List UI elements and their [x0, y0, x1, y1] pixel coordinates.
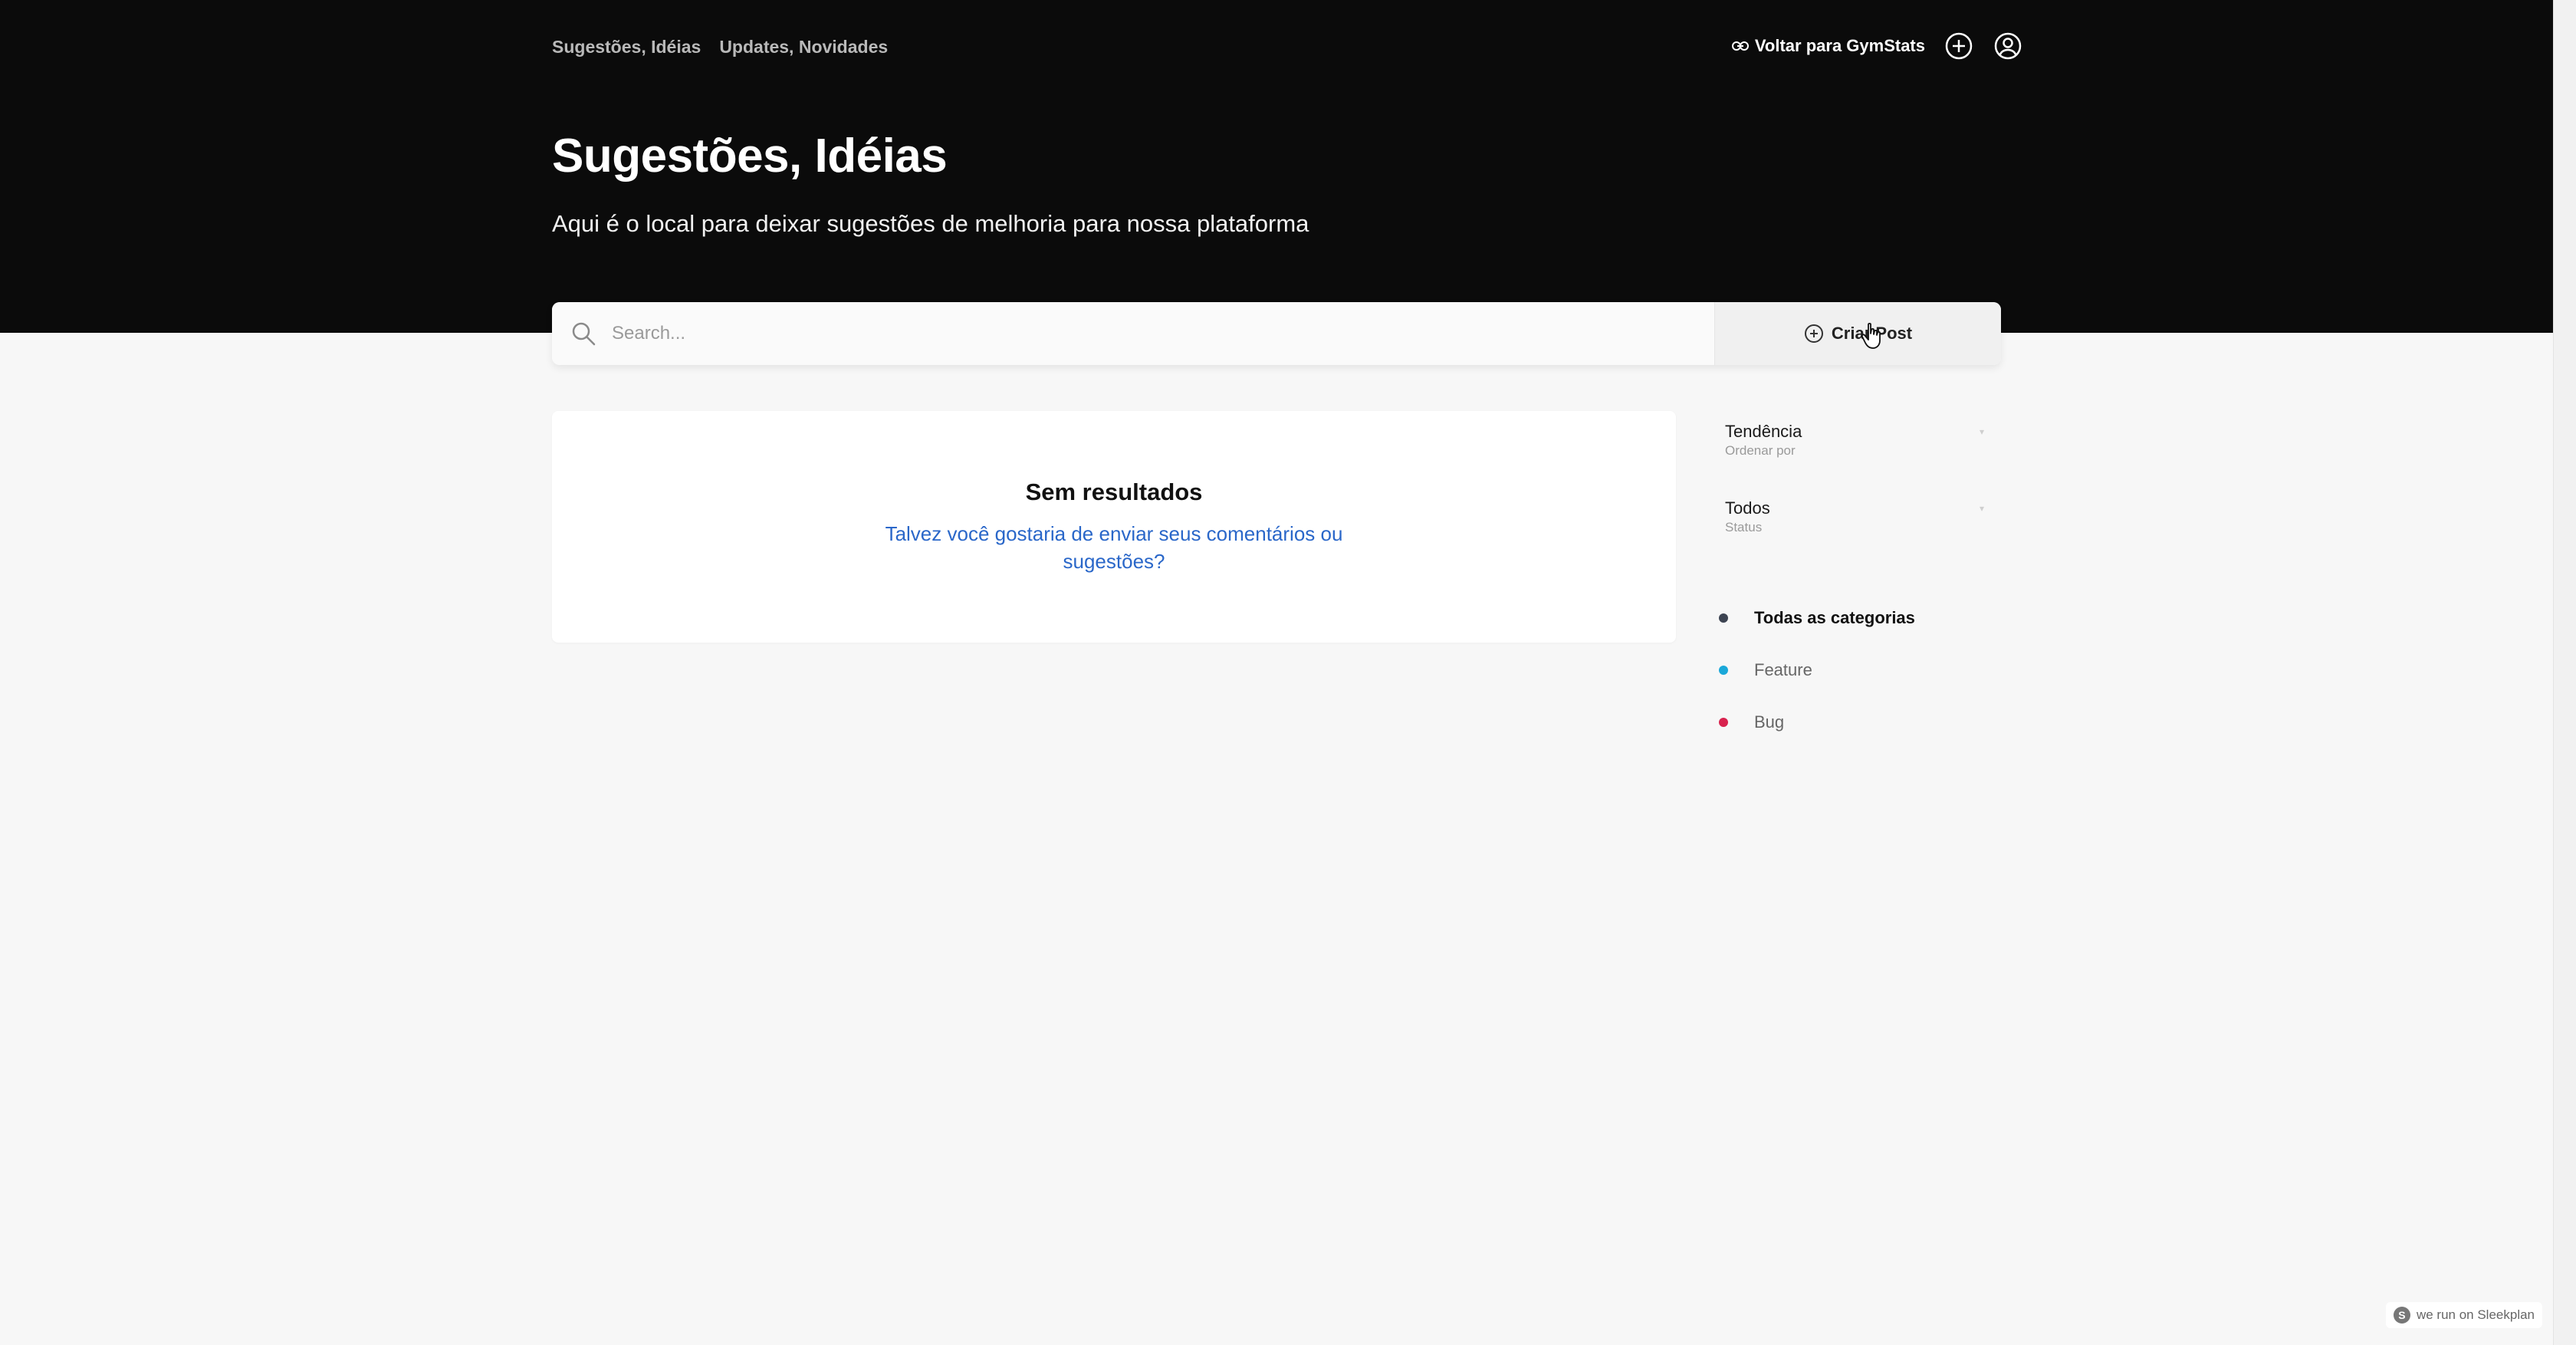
- nav-item-updates[interactable]: Updates, Novidades: [719, 37, 888, 58]
- search-bar: Criar Post: [552, 302, 2001, 365]
- page-subtitle: Aqui é o local para deixar sugestões de …: [552, 210, 1309, 237]
- search-input[interactable]: [612, 323, 1608, 344]
- category-list: Todas as categorias Feature Bug: [1714, 592, 2001, 748]
- category-label: Todas as categorias: [1754, 608, 1915, 627]
- no-results-title: Sem resultados: [1025, 478, 1203, 505]
- chevron-down-icon: ▾: [1979, 426, 1984, 437]
- chevron-down-icon: ▾: [1979, 503, 1984, 514]
- scrollbar[interactable]: [2553, 0, 2576, 1345]
- plus-circle-icon: [1945, 32, 1973, 60]
- category-dot: [1719, 666, 1728, 675]
- results-card: Sem resultados Talvez você gostaria de e…: [552, 411, 1676, 643]
- category-label: Feature: [1754, 660, 1812, 679]
- feedback-link[interactable]: Talvez você gostaria de enviar seus come…: [876, 520, 1352, 575]
- top-toolbar: Voltar para GymStats: [1731, 28, 2023, 64]
- sort-value: Tendência: [1725, 422, 1802, 441]
- link-icon: [1731, 41, 1749, 51]
- status-label: Status: [1725, 520, 1763, 534]
- create-post-button[interactable]: Criar Post: [1714, 302, 2001, 365]
- page-title: Sugestões, Idéias: [552, 130, 948, 183]
- category-item-all[interactable]: Todas as categorias: [1716, 592, 2001, 644]
- hand-cursor-icon: [1861, 322, 1881, 349]
- back-link[interactable]: Voltar para GymStats: [1731, 36, 1925, 56]
- category-item-feature[interactable]: Feature: [1716, 644, 2001, 696]
- search-icon: [572, 322, 596, 346]
- back-link-label: Voltar para GymStats: [1754, 36, 1925, 55]
- add-button[interactable]: [1944, 31, 1974, 61]
- hero-header: [0, 0, 2553, 333]
- badge-label: we run on Sleekplan: [2416, 1307, 2535, 1322]
- status-dropdown[interactable]: Todos Status ▾: [1714, 483, 2001, 544]
- nav-item-sugestoes[interactable]: Sugestões, Idéias: [552, 37, 701, 58]
- sort-dropdown[interactable]: Tendência Ordenar por ▾: [1714, 406, 2001, 468]
- sleekplan-badge[interactable]: S we run on Sleekplan: [2385, 1302, 2542, 1328]
- status-value: Todos: [1725, 498, 1770, 518]
- user-button[interactable]: [1993, 31, 2023, 61]
- user-icon: [1994, 32, 2022, 60]
- category-dot: [1719, 718, 1728, 727]
- sort-label: Ordenar por: [1725, 443, 1796, 458]
- board-nav: Sugestões, Idéias Updates, Novidades: [552, 34, 888, 60]
- category-label: Bug: [1754, 712, 1785, 732]
- plus-circle-icon: [1804, 324, 1823, 343]
- filter-sidebar: Tendência Ordenar por ▾ Todos Status ▾ T…: [1714, 406, 2001, 748]
- category-item-bug[interactable]: Bug: [1716, 696, 2001, 748]
- category-dot: [1719, 613, 1728, 623]
- search-field[interactable]: [552, 302, 1714, 365]
- sleekplan-logo-icon: S: [2393, 1307, 2410, 1324]
